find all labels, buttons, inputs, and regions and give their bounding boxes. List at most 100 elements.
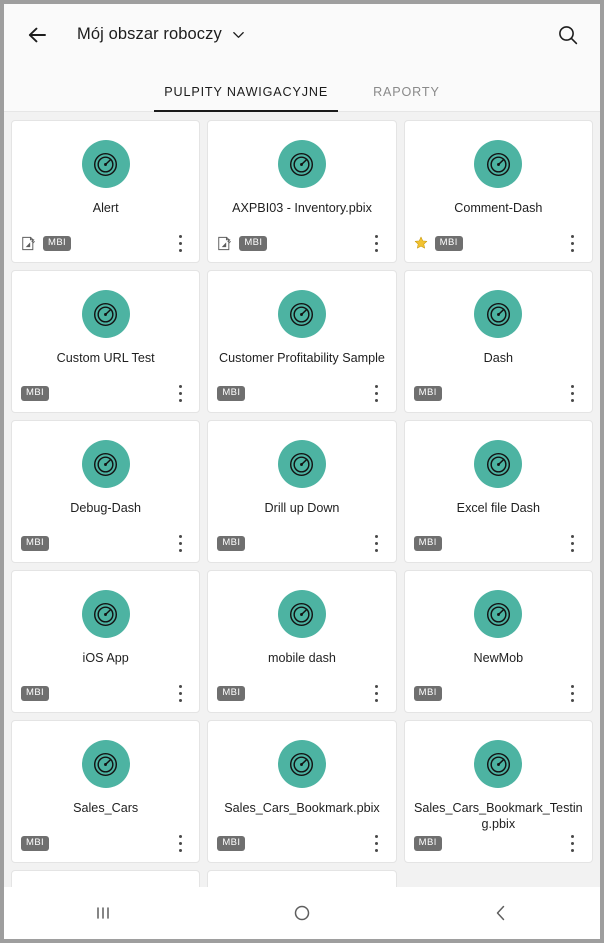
gauge-icon [94,452,118,476]
status-badge: MBI [217,385,246,401]
status-badge: MBI [217,685,246,701]
nav-back-icon [496,905,504,921]
status-badge: MBI [413,835,442,851]
gauge-icon [486,752,510,776]
status-badge: MBI [413,685,442,701]
card-overflow-menu[interactable] [365,829,389,857]
alert-document-icon[interactable] [217,236,232,251]
dashboard-icon-circle [277,140,326,188]
tab-dashboards[interactable]: PULPITY NAWIGACYJNE [154,85,338,112]
card-overflow-menu[interactable] [561,679,585,707]
app-bar: Mój obszar roboczy [4,4,600,65]
dashboard-icon-circle [277,290,326,338]
recents-button[interactable] [73,893,133,933]
tab-reports[interactable]: RAPORTY [363,85,450,111]
dashboard-title: NewMob [473,651,524,665]
dashboard-card[interactable]: Comment-Dash MBI [403,120,593,263]
dashboard-grid: Alert MBI AXPBI03 - Inventory.pbix MBI Comme… [11,120,593,939]
dashboard-card[interactable]: AXPBI03 - Inventory.pbix MBI [207,120,397,263]
dashboard-title: AXPBI03 - Inventory.pbix [232,201,372,215]
dashboard-card[interactable]: Drill up Down MBI [207,420,397,563]
home-icon [294,905,310,921]
dashboard-icon-circle [81,290,130,338]
status-badge: MBI [413,535,442,551]
dashboard-icon-circle [474,140,523,188]
status-badge: MBI [21,685,50,701]
card-overflow-menu[interactable] [365,529,389,557]
status-badge: MBI [21,835,50,851]
status-badge: MBI [413,385,442,401]
app-window: Mój obszar roboczy PULPITY NAWIGACYJNE R… [4,4,600,939]
dashboard-icon-circle [277,590,326,638]
gauge-icon [486,452,510,476]
card-overflow-menu[interactable] [561,229,585,257]
gauge-icon [290,602,314,626]
dashboard-card[interactable]: Excel file Dash MBI [403,420,593,563]
dashboard-title: Sales_Cars_Bookmark.pbix [224,801,380,815]
search-button[interactable] [554,21,582,49]
dashboard-card[interactable]: Customer Profitability Sample MBI [207,270,397,413]
dashboard-icon-circle [277,440,326,488]
card-overflow-menu[interactable] [561,829,585,857]
dashboard-icon-circle [474,740,523,788]
status-badge: MBI [434,235,463,251]
search-icon [559,25,578,44]
dashboard-card[interactable]: NewMob MBI [403,570,593,713]
dashboard-title: Customer Profitability Sample [219,351,385,365]
card-overflow-menu[interactable] [168,679,192,707]
dashboard-icon-circle [474,290,523,338]
card-overflow-menu[interactable] [168,379,192,407]
dashboard-card[interactable]: Sales_Cars_Bookmark.pbix MBI [207,720,397,863]
gauge-icon [486,602,510,626]
status-badge: MBI [217,835,246,851]
dashboard-icon-circle [277,740,326,788]
dashboard-title: Excel file Dash [456,501,540,515]
card-overflow-menu[interactable] [561,379,585,407]
dashboard-icon-circle [81,590,130,638]
home-button[interactable] [272,893,332,933]
card-overflow-menu[interactable] [365,679,389,707]
android-navigation-bar [4,887,600,939]
gauge-icon [94,602,118,626]
card-overflow-menu[interactable] [168,829,192,857]
dashboard-card[interactable]: mobile dash MBI [207,570,397,713]
dashboard-card[interactable]: Debug-Dash MBI [11,420,201,563]
dashboard-card[interactable]: Sales_Cars_Bookmark_Testing.pbix MBI [403,720,593,863]
dashboard-icon-circle [474,440,523,488]
status-badge: MBI [21,385,50,401]
gauge-icon [94,152,118,176]
dashboard-title: Debug-Dash [70,501,142,515]
favorite-star-icon[interactable] [414,236,428,250]
content-scroll-area[interactable]: Alert MBI AXPBI03 - Inventory.pbix MBI Comme… [4,112,600,939]
dashboard-icon-circle [474,590,523,638]
gauge-icon [94,752,118,776]
dashboard-card[interactable]: Sales_Cars MBI [11,720,201,863]
dashboard-title: Dash [483,351,514,365]
dashboard-title: Comment-Dash [454,201,543,215]
dashboard-card[interactable]: Alert MBI [11,120,201,263]
dashboard-title: Drill up Down [264,501,340,515]
status-badge: MBI [239,235,268,251]
gauge-icon [486,152,510,176]
back-arrow-icon[interactable] [24,22,50,48]
workspace-selector[interactable]: Mój obszar roboczy [77,25,554,44]
tab-bar: PULPITY NAWIGACYJNE RAPORTY [4,65,600,112]
dashboard-icon-circle [81,440,130,488]
dashboard-title: Alert [92,201,119,215]
dashboard-icon-circle [81,140,130,188]
dashboard-card[interactable]: Dash MBI [403,270,593,413]
gauge-icon [486,302,510,326]
dashboard-card[interactable]: Custom URL Test MBI [11,270,201,413]
alert-document-icon[interactable] [21,236,35,251]
status-badge: MBI [43,235,72,251]
card-overflow-menu[interactable] [365,229,389,257]
dashboard-card[interactable]: iOS App MBI [11,570,201,713]
card-overflow-menu[interactable] [561,529,585,557]
gauge-icon [290,752,314,776]
nav-back-button[interactable] [471,893,531,933]
card-overflow-menu[interactable] [168,529,192,557]
dashboard-title: mobile dash [268,651,336,665]
card-overflow-menu[interactable] [365,379,389,407]
dashboard-title: Sales_Cars_Bookmark_Testing.pbix [413,801,583,831]
card-overflow-menu[interactable] [168,229,192,257]
